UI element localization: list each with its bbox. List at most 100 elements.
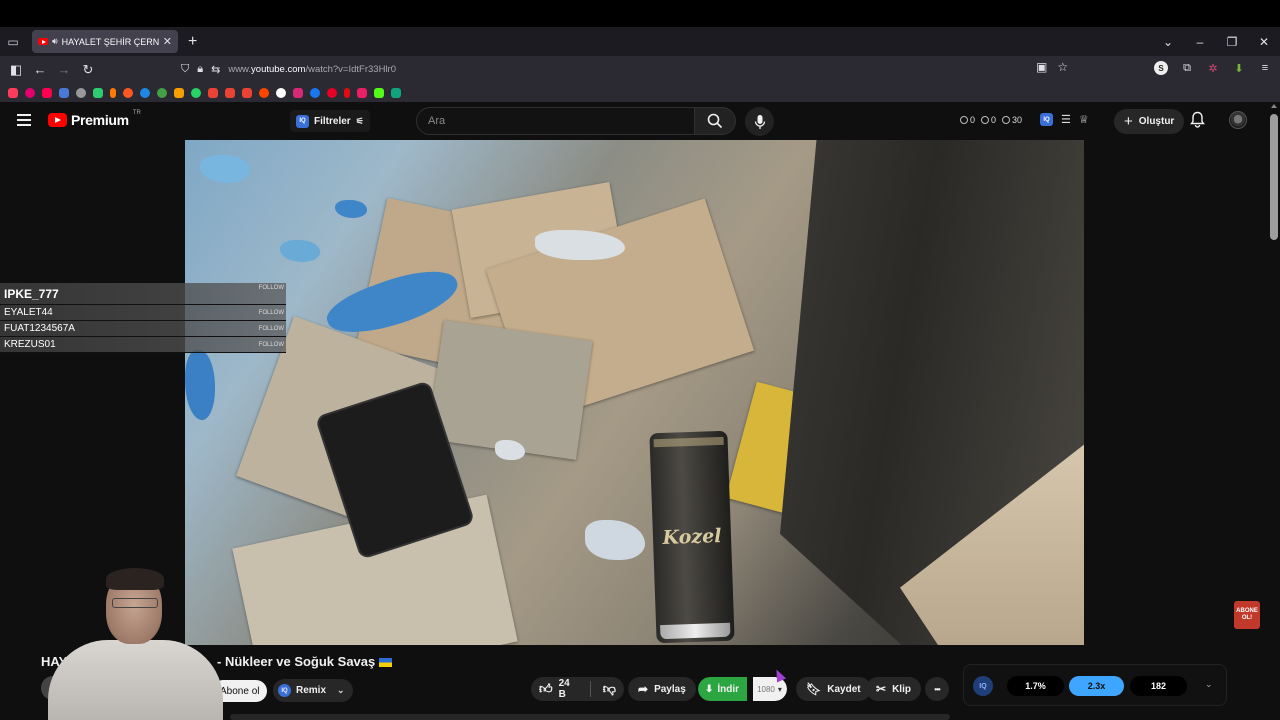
browser-tab-active[interactable]: 🔊︎ HAYALET ŞEHİR ÇERNOBİL ✕ [32, 30, 178, 53]
speaker-icon[interactable]: 🔊︎ [52, 36, 58, 47]
youtube-play-icon [48, 113, 67, 127]
clip-button[interactable]: ✂ Klip [866, 677, 921, 701]
bookmark-blue-icon[interactable] [140, 87, 150, 98]
chevron-down-icon: ⌄ [337, 685, 345, 695]
list-icon[interactable]: ☰ [1061, 113, 1071, 126]
filters-button[interactable]: IQ Filtreler ⚟ [290, 110, 370, 132]
stat-count[interactable]: 182 [1130, 676, 1187, 696]
more-actions-button[interactable]: ••• [925, 677, 949, 701]
bookmark-yellow-icon[interactable] [174, 87, 184, 98]
scroll-up-icon[interactable] [1271, 104, 1277, 108]
bookmark-icon: 🔖︎ [806, 682, 822, 696]
youtube-favicon-icon [38, 38, 48, 45]
notifications-bell-icon[interactable] [1190, 111, 1205, 133]
webcam-person-hair [106, 568, 164, 590]
bookmark-youtube-icon[interactable] [8, 87, 18, 98]
eye-icon [981, 116, 990, 124]
video-player[interactable]: Kozel [185, 140, 1084, 645]
bookmark-globe-icon[interactable] [76, 87, 86, 98]
thumbs-down-icon[interactable]: 👎︎ [603, 681, 616, 697]
remix-button[interactable]: IQ Remix ⌄ [273, 679, 353, 702]
bookmark-circle-icon[interactable] [25, 87, 35, 98]
download-label: İndir [717, 683, 740, 695]
voice-search-button[interactable] [745, 107, 774, 136]
description-box-edge [230, 714, 950, 720]
bookmark-teal-icon[interactable] [391, 87, 401, 98]
bookmark-reddit-icon[interactable] [259, 87, 269, 98]
chevron-down-icon[interactable]: ⌄ [1205, 679, 1213, 690]
app-menu-icon[interactable]: ≡ [1258, 61, 1272, 75]
bookmark-pinterest-icon[interactable] [327, 87, 337, 98]
trophy-icon[interactable]: ♕ [1079, 113, 1089, 126]
sliders-icon: ⚟ [355, 115, 364, 126]
bookmark-facebook-icon[interactable] [310, 87, 320, 98]
picture-in-picture-icon[interactable]: ▣ [1036, 60, 1047, 74]
stat-multiplier[interactable]: 2.3x [1069, 676, 1124, 696]
download-button[interactable]: ⬇ İndir 1080 ▾ [698, 677, 787, 701]
bookmark-gmail2-icon[interactable] [225, 87, 235, 98]
download-arrow-icon[interactable]: ⬇ [1232, 61, 1246, 75]
hamburger-menu-icon[interactable] [17, 114, 31, 126]
bookmark-kick-icon[interactable] [374, 87, 384, 98]
bookmark-music-icon[interactable] [110, 87, 116, 98]
scrollbar-thumb[interactable] [1270, 114, 1278, 240]
thumbs-up-icon[interactable]: 👍︎ [539, 681, 553, 697]
youtube-logo[interactable]: Premium TR [48, 110, 141, 128]
bookmark-orange-icon[interactable] [123, 87, 133, 98]
search-button[interactable] [694, 107, 736, 135]
url-bar[interactable]: ⛉ 🔒︎ ⇆ www.youtube.com/watch?v=IdtFr33Hl… [175, 58, 1075, 81]
follow-row: KREZUS01 FOLLOW [0, 337, 286, 353]
search-input[interactable] [428, 115, 694, 127]
sidebar-toggle-icon[interactable]: ◧ [4, 62, 28, 78]
new-tab-button[interactable]: + [188, 33, 197, 51]
follower-name: FUAT1234567A [4, 323, 75, 334]
lock-icon[interactable]: 🔒︎ [197, 63, 203, 76]
follow-row: EYALET44 FOLLOW [0, 305, 286, 321]
save-button[interactable]: 🔖︎ Kaydet [796, 677, 871, 701]
bookmark-star-icon[interactable] [93, 87, 103, 98]
shield-icon[interactable]: ⛉ [181, 63, 189, 76]
follower-name: IPKE_777 [4, 286, 59, 301]
browser-nav-bar: ◧ ← → ↻ ⛉ 🔒︎ ⇆ www.youtube.com/watch?v=I… [0, 56, 1280, 83]
back-button[interactable]: ← [28, 62, 52, 77]
bookmark-google-icon[interactable] [276, 87, 286, 98]
url-text[interactable]: www.youtube.com/watch?v=IdtFr33Hlr0 [228, 64, 396, 75]
bookmark-gmail3-icon[interactable] [242, 87, 252, 98]
title-suffix: - Nükleer ve Soğuk Savaş [217, 654, 376, 669]
bookmark-star-icon[interactable]: ☆ [1057, 60, 1068, 74]
plus-icon: + [1124, 113, 1133, 130]
restore-icon[interactable]: ❐ [1216, 35, 1248, 49]
abone-ol-badge[interactable]: ABONE OL! [1234, 601, 1260, 629]
search-box[interactable] [416, 107, 695, 135]
reload-button[interactable]: ↻ [76, 62, 100, 78]
bookmark-gmail-icon[interactable] [208, 87, 218, 98]
extension-s-icon[interactable]: S [1154, 61, 1168, 75]
permissions-icon[interactable]: ⇆ [211, 63, 220, 76]
tab-overflow-chevron-icon[interactable]: ⌄ [1152, 35, 1184, 49]
bookmark-pink-icon[interactable] [357, 87, 367, 98]
download-main[interactable]: ⬇ İndir [698, 677, 748, 701]
download-quality-select[interactable]: 1080 ▾ [753, 677, 787, 701]
close-tab-icon[interactable]: ✕ [163, 35, 172, 48]
extension-gear-icon[interactable]: ✲ [1206, 61, 1220, 75]
page-scrollbar[interactable] [1268, 102, 1280, 720]
view-icon [1002, 116, 1011, 124]
iq-extension-icon[interactable]: IQ [1040, 113, 1053, 126]
bookmark-whatsapp-icon[interactable] [191, 87, 201, 98]
minimize-icon[interactable]: – [1184, 35, 1216, 49]
bookmark-video-icon[interactable] [42, 87, 52, 98]
stat-percent[interactable]: 1.7% [1007, 676, 1064, 696]
like-count[interactable]: 24 B [559, 678, 578, 700]
share-button[interactable]: ➦ Paylaş [628, 677, 696, 701]
extensions-puzzle-icon[interactable]: ⧉ [1180, 61, 1194, 75]
bookmark-netflix-icon[interactable] [344, 87, 350, 98]
account-avatar[interactable] [1229, 111, 1247, 129]
tab-list-icon[interactable]: ▭ [0, 27, 26, 56]
forward-button[interactable]: → [52, 62, 76, 77]
bookmark-docs-icon[interactable] [59, 87, 69, 98]
close-window-icon[interactable]: ✕ [1248, 35, 1280, 49]
bookmark-green-icon[interactable] [157, 87, 167, 98]
bookmark-instagram-icon[interactable] [293, 87, 303, 98]
iq-logo-icon[interactable]: IQ [973, 676, 993, 696]
create-button[interactable]: + Oluştur [1114, 109, 1185, 134]
